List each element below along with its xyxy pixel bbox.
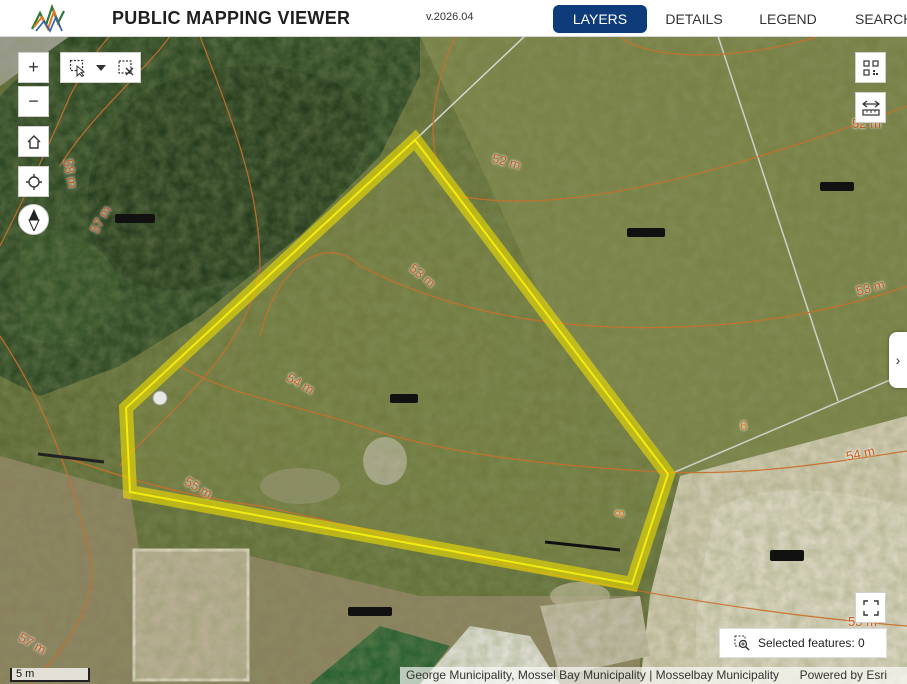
zoom-out-button[interactable]: − [18,86,49,117]
crosshair-icon [25,173,42,190]
measure-button[interactable] [855,92,886,123]
compass-icon [27,208,40,231]
expand-panel-button[interactable]: › [889,332,907,388]
attribution-text: George Municipality, Mossel Bay Municipa… [406,668,780,682]
grid-icon [862,59,879,76]
redacted-label [820,182,854,191]
erf-number: 6 [740,418,748,433]
ruler-icon [861,100,880,116]
fullscreen-button[interactable] [855,592,886,623]
map-view[interactable]: 58 m 57 m 52 m 52 m 53 m 53 m 54 m 55 m … [0,36,907,684]
powered-by[interactable]: Powered by Esri [800,667,887,684]
fullscreen-icon [862,599,879,616]
select-features-button[interactable] [65,53,91,82]
scale-bar: 5 m [10,668,90,682]
zoom-in-button[interactable]: + [18,52,49,83]
tab-details[interactable]: DETAILS [658,5,730,33]
app-title: PUBLIC MAPPING VIEWER [112,8,351,28]
selection-mode-dropdown[interactable] [93,53,109,82]
tab-layers[interactable]: LAYERS [553,5,647,33]
redacted-label [115,214,155,223]
zoom-to-selection-icon [734,635,750,651]
clear-selection-button[interactable] [113,53,139,82]
redacted-label [390,394,418,403]
map-attribution: George Municipality, Mossel Bay Municipa… [400,667,907,684]
tab-legend[interactable]: LEGEND [752,5,824,33]
home-icon [27,134,40,149]
redacted-label [627,228,665,237]
compass-button[interactable] [18,204,49,235]
caret-down-icon [96,64,106,71]
aerial-imagery [0,36,907,684]
app-logo [30,3,68,33]
home-button[interactable] [18,126,49,157]
redacted-label [770,550,804,561]
locate-button[interactable] [18,166,49,197]
clear-selection-icon [118,59,134,75]
redacted-label [348,607,392,616]
select-cursor-icon [69,59,86,77]
app-header: PUBLIC MAPPING VIEWER v.2026.04 LAYERS D… [0,0,907,37]
selected-features-status[interactable]: Selected features: 0 [719,628,887,658]
tab-search[interactable]: SEARCH [847,5,907,33]
selection-toolbar [60,52,141,83]
selected-features-label: Selected features: 0 [758,636,865,650]
version-label: v.2026.04 [426,11,474,23]
basemap-gallery-button[interactable] [855,52,886,83]
